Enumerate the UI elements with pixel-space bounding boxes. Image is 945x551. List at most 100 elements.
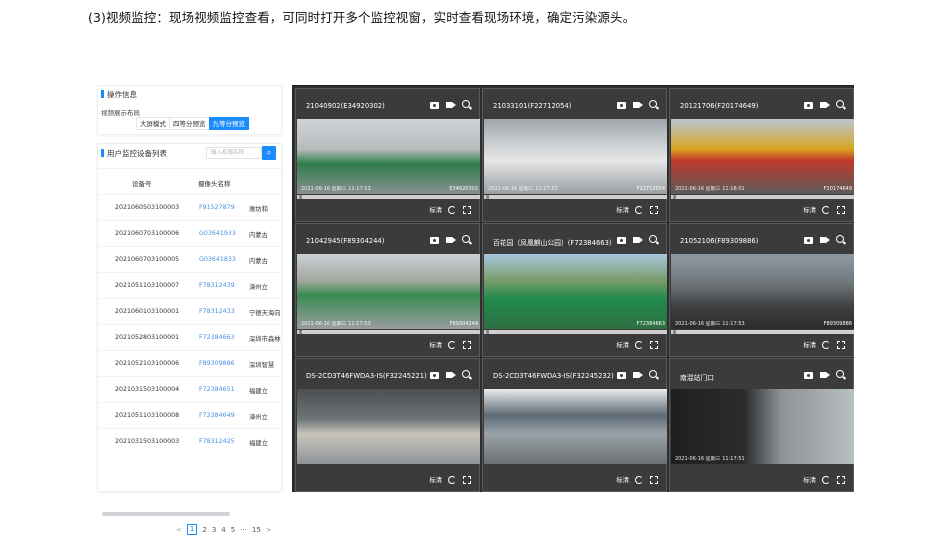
big-screen-mode-button[interactable]: 大屏模式 <box>136 117 170 130</box>
page-item[interactable]: 3 <box>212 526 216 534</box>
snapshot-icon[interactable] <box>430 235 440 245</box>
camera-link[interactable]: F78312433 <box>199 308 235 315</box>
table-row[interactable]: 2021031503100004 F72384651 福建立 <box>98 376 283 402</box>
page-item[interactable]: ··· <box>240 526 247 534</box>
video-feed[interactable]: 2021-06-16 星期三 11:17:53 E34920302 <box>297 119 480 194</box>
video-tile[interactable]: 20121706(F20174649) 2021-06-16 星期三 11:18:… <box>669 88 854 222</box>
quality-label[interactable]: 标清 <box>429 475 442 484</box>
camera-link[interactable]: G03641933 <box>199 230 236 237</box>
page-item[interactable]: 5 <box>231 526 235 534</box>
record-icon[interactable] <box>820 100 830 110</box>
horizontal-scrollbar[interactable] <box>102 512 230 516</box>
video-feed[interactable] <box>297 389 480 464</box>
table-row[interactable]: 2021060703100006 G03641933 内蒙古 <box>98 220 283 246</box>
video-feed[interactable]: 2021-06-16 星期三 11:17:53 F89304244 <box>297 254 480 329</box>
snapshot-icon[interactable] <box>430 100 440 110</box>
camera-link[interactable]: G03641833 <box>199 256 236 263</box>
page-item[interactable]: 4 <box>221 526 225 534</box>
replay-icon[interactable] <box>635 340 643 349</box>
zoom-in-icon[interactable] <box>462 235 472 245</box>
replay-icon[interactable] <box>635 475 643 484</box>
quality-label[interactable]: 标清 <box>803 340 816 349</box>
zoom-in-icon[interactable] <box>462 100 472 110</box>
video-tile[interactable]: 21042945(F89304244) 2021-06-16 星期三 11:17:… <box>295 223 480 357</box>
zoom-in-icon[interactable] <box>649 370 659 380</box>
snapshot-icon[interactable] <box>617 235 627 245</box>
video-scrollbar[interactable] <box>671 195 854 199</box>
fullscreen-icon[interactable] <box>463 205 471 214</box>
snapshot-icon[interactable] <box>804 235 814 245</box>
replay-icon[interactable] <box>822 340 830 349</box>
camera-link[interactable]: F72384649 <box>199 412 235 419</box>
camera-link[interactable]: F72384651 <box>199 386 235 393</box>
fullscreen-icon[interactable] <box>837 205 845 214</box>
snapshot-icon[interactable] <box>804 100 814 110</box>
snapshot-icon[interactable] <box>617 370 627 380</box>
video-feed[interactable] <box>484 389 667 464</box>
video-tile[interactable]: 21040902(E34920302) 2021-06-16 星期三 11:17:… <box>295 88 480 222</box>
table-row[interactable]: 2021052103100006 F89309886 深圳智慧 <box>98 350 283 376</box>
quality-label[interactable]: 标清 <box>616 205 629 214</box>
replay-icon[interactable] <box>448 205 456 214</box>
next-page-button[interactable]: > <box>266 526 272 534</box>
quality-label[interactable]: 标清 <box>616 340 629 349</box>
fullscreen-icon[interactable] <box>837 475 845 484</box>
quality-label[interactable]: 标清 <box>429 205 442 214</box>
camera-link[interactable]: F78312439 <box>199 282 235 289</box>
record-icon[interactable] <box>633 100 643 110</box>
record-icon[interactable] <box>446 370 456 380</box>
zoom-in-icon[interactable] <box>836 235 846 245</box>
zoom-in-icon[interactable] <box>836 370 846 380</box>
camera-link[interactable]: F91527879 <box>199 204 235 211</box>
video-feed[interactable]: 2021-06-16 星期三 11:17:51 <box>671 389 854 464</box>
video-tile[interactable]: DS-2CD3T46FWDA3-IS(F32245232) 标清 <box>482 358 667 492</box>
search-button[interactable]: ⌕ <box>262 146 276 160</box>
replay-icon[interactable] <box>635 205 643 214</box>
table-row[interactable]: 2021052803100001 F72384663 深圳市森林 <box>98 324 283 350</box>
camera-link[interactable]: F78312425 <box>199 438 235 445</box>
replay-icon[interactable] <box>448 340 456 349</box>
snapshot-icon[interactable] <box>617 100 627 110</box>
camera-link[interactable]: F89309886 <box>199 360 235 367</box>
video-scrollbar[interactable] <box>484 195 667 199</box>
zoom-in-icon[interactable] <box>462 370 472 380</box>
replay-icon[interactable] <box>448 475 456 484</box>
video-scrollbar[interactable] <box>671 330 854 334</box>
table-row[interactable]: 2021051103100007 F78312439 漳州立 <box>98 272 283 298</box>
video-tile[interactable]: DS-2CD3T46FWDA3-IS(F32245221) 标清 <box>295 358 480 492</box>
nine-preview-button[interactable]: 九等分预览 <box>208 117 249 130</box>
video-tile[interactable]: 21052106(F89309886) 2021-06-16 星期三 11:17:… <box>669 223 854 357</box>
page-item[interactable]: 1 <box>186 524 198 535</box>
page-item[interactable]: 15 <box>252 526 261 534</box>
video-tile[interactable]: 百花园（凤凰麒山公园）(F72384663) F72384663 标清 <box>482 223 667 357</box>
zoom-in-icon[interactable] <box>649 235 659 245</box>
snapshot-icon[interactable] <box>804 370 814 380</box>
quality-label[interactable]: 标清 <box>616 475 629 484</box>
video-scrollbar[interactable] <box>484 330 667 334</box>
table-row[interactable]: 2021060503100003 F91527879 潍坊和 <box>98 194 283 220</box>
snapshot-icon[interactable] <box>430 370 440 380</box>
quality-label[interactable]: 标清 <box>429 340 442 349</box>
video-feed[interactable]: 2021-06-16 星期三 11:17:53 F89309886 <box>671 254 854 329</box>
fullscreen-icon[interactable] <box>650 205 658 214</box>
table-row[interactable]: 2021051103100008 F72384649 漳州立 <box>98 402 283 428</box>
video-feed[interactable]: F72384663 <box>484 254 667 329</box>
table-row[interactable]: 2021060703100005 G03641833 内蒙古 <box>98 246 283 272</box>
zoom-in-icon[interactable] <box>836 100 846 110</box>
record-icon[interactable] <box>820 235 830 245</box>
table-row[interactable]: 2021031503100003 F78312425 福建立 <box>98 428 283 454</box>
replay-icon[interactable] <box>822 205 830 214</box>
video-scrollbar[interactable] <box>297 195 480 199</box>
quad-preview-button[interactable]: 四等分预览 <box>169 117 210 130</box>
fullscreen-icon[interactable] <box>650 340 658 349</box>
video-feed[interactable]: 2021-06-16 星期三 11:18:01 F20174649 <box>671 119 854 194</box>
record-icon[interactable] <box>446 100 456 110</box>
zoom-in-icon[interactable] <box>649 100 659 110</box>
video-feed[interactable]: 2021-06-16 星期三 11:17:53 F22712054 <box>484 119 667 194</box>
camera-link[interactable]: F72384663 <box>199 334 235 341</box>
video-scrollbar[interactable] <box>297 330 480 334</box>
fullscreen-icon[interactable] <box>463 475 471 484</box>
quality-label[interactable]: 标清 <box>803 205 816 214</box>
fullscreen-icon[interactable] <box>650 475 658 484</box>
replay-icon[interactable] <box>822 475 830 484</box>
